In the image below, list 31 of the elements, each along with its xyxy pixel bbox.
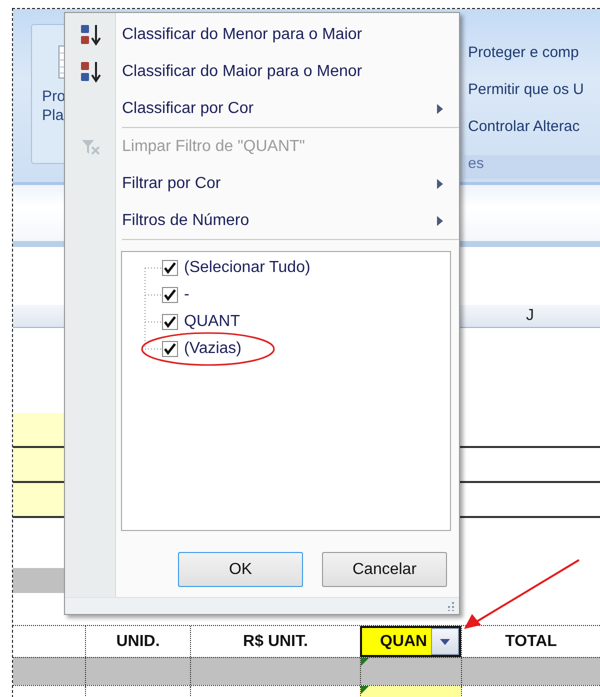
filter-value-item[interactable]: - bbox=[144, 281, 450, 308]
clear-filter-icon bbox=[80, 138, 100, 156]
ribbon-command[interactable]: Proteger e comp bbox=[468, 44, 600, 81]
dialog-button[interactable]: Cancelar bbox=[322, 552, 447, 587]
checkbox[interactable] bbox=[162, 340, 178, 356]
filter-dropdown-button[interactable] bbox=[431, 628, 459, 655]
checkbox[interactable] bbox=[162, 286, 178, 302]
filter-value-item[interactable]: (Selecionar Tudo) bbox=[144, 254, 450, 281]
checkbox[interactable] bbox=[162, 314, 178, 330]
cell-corner-mark bbox=[361, 686, 369, 694]
table-cell bbox=[13, 568, 66, 593]
checkbox[interactable] bbox=[162, 260, 178, 276]
ribbon-group-label: es bbox=[468, 155, 484, 172]
sort-icon bbox=[78, 60, 102, 84]
menu-item[interactable]: Filtrar por Cor bbox=[65, 165, 459, 202]
menu-item[interactable]: Filtros de Número bbox=[65, 202, 459, 239]
table-cell bbox=[13, 448, 66, 481]
ribbon-command[interactable]: Permitir que os U bbox=[468, 81, 600, 118]
dialog-button[interactable]: OK bbox=[178, 552, 303, 587]
sort-icon bbox=[78, 22, 102, 46]
header-cell: QUAN bbox=[360, 626, 461, 657]
filter-value-item[interactable]: (Vazias) bbox=[144, 335, 450, 362]
ribbon-command[interactable]: Controlar Alterac bbox=[468, 118, 600, 155]
ribbon-button-label: Pla bbox=[42, 106, 65, 125]
table-cell bbox=[13, 483, 66, 516]
table-cell bbox=[13, 413, 66, 446]
resize-grip-icon bbox=[445, 601, 455, 611]
caret-icon bbox=[440, 638, 450, 644]
cell-corner-mark bbox=[361, 658, 369, 666]
filter-value-item[interactable]: QUANT bbox=[144, 308, 450, 335]
ribbon-button-label: Pro bbox=[42, 87, 66, 106]
